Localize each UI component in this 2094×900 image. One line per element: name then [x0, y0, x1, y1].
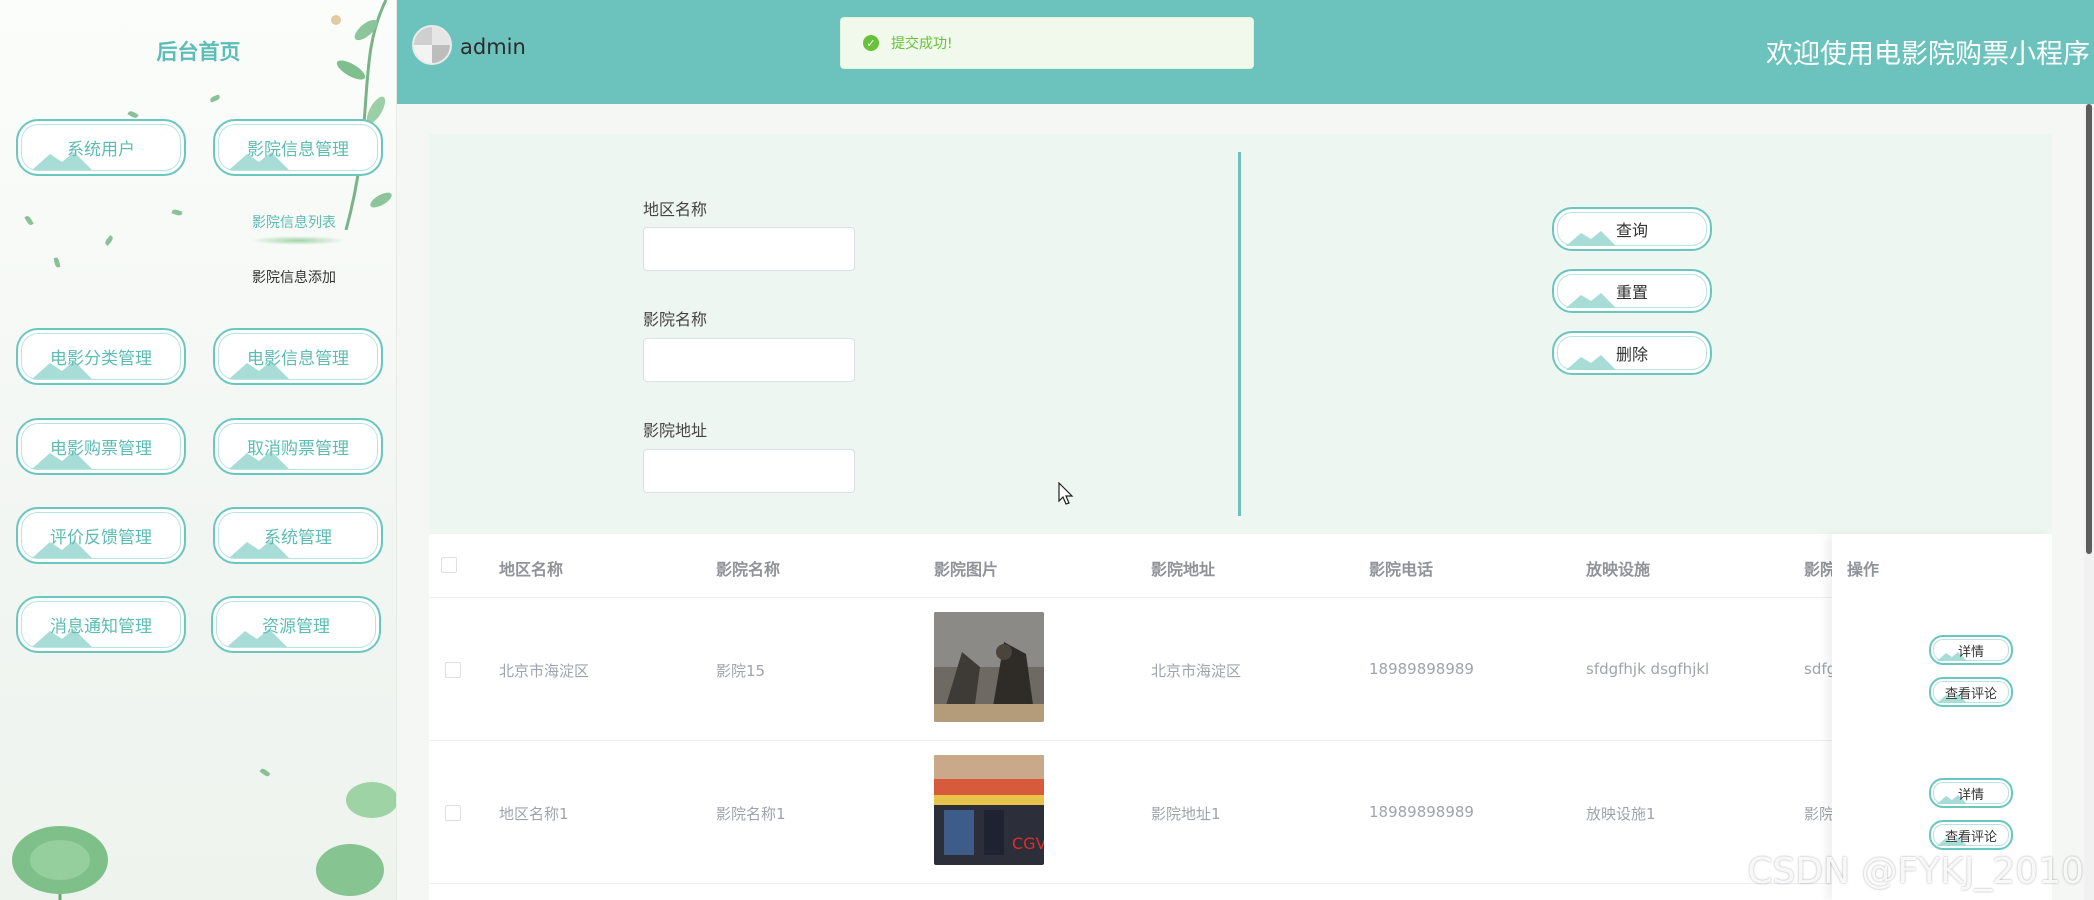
menu-label: 影院信息管理 — [247, 140, 349, 160]
view-comments-button[interactable]: 查看评论 — [1929, 820, 2013, 850]
cinema-name-label: 影院名称 — [643, 310, 708, 329]
toast-message: 提交成功! — [891, 36, 953, 52]
cell-facility: sfdgfhjk dsgfhjkl — [1586, 660, 1710, 678]
menu-label: 评价反馈管理 — [50, 528, 152, 548]
sidebar: 后台首页 系统用户 影院信息管理 影院信息列表 影院信息添加 电影分类管理 电影… — [0, 0, 397, 900]
row-checkbox[interactable] — [445, 662, 461, 678]
leaf-decoration — [127, 109, 139, 120]
menu-cinema-info[interactable]: 影院信息管理 — [213, 119, 383, 176]
th-region: 地区名称 — [499, 560, 564, 579]
submenu-cinema-list[interactable]: 影院信息列表 — [252, 212, 336, 232]
menu-label: 取消购票管理 — [247, 439, 349, 459]
cell-cinema-name: 影院名称1 — [716, 805, 786, 823]
welcome-text: 欢迎使用电影院购票小程序 — [1766, 39, 2090, 70]
cinema-address-label: 影院地址 — [643, 421, 708, 440]
leaf-decoration — [24, 214, 34, 227]
th-facility: 放映设施 — [1586, 560, 1651, 579]
query-label: 查询 — [1615, 221, 1648, 240]
leaf-decoration — [103, 235, 115, 246]
sidebar-title[interactable]: 后台首页 — [0, 36, 396, 66]
reset-button[interactable]: 重置 — [1552, 269, 1712, 313]
menu-label: 系统用户 — [67, 140, 135, 160]
leaf-decoration — [53, 257, 61, 268]
lotus-decoration — [12, 782, 396, 900]
vine-decoration — [331, 0, 392, 230]
panel-divider — [1238, 152, 1241, 516]
cell-cinema-address: 北京市海淀区 — [1151, 662, 1242, 680]
menu-resources[interactable]: 资源管理 — [211, 596, 381, 653]
menu-movie-category[interactable]: 电影分类管理 — [16, 328, 186, 385]
scrollbar-thumb[interactable] — [2086, 104, 2092, 554]
menu-system-users[interactable]: 系统用户 — [16, 119, 186, 176]
menu-label: 系统管理 — [264, 528, 332, 548]
th-cinema-name: 影院名称 — [716, 560, 781, 579]
menu-label: 电影分类管理 — [50, 349, 152, 369]
menu-notifications[interactable]: 消息通知管理 — [16, 596, 186, 653]
delete-button[interactable]: 删除 — [1552, 331, 1712, 375]
cell-truncated: 影院 — [1804, 805, 1835, 823]
check-circle-icon: ✓ — [863, 35, 879, 51]
cell-phone: 18989898989 — [1369, 803, 1474, 821]
submenu-cinema-add[interactable]: 影院信息添加 — [252, 267, 336, 287]
detail-button[interactable]: 详情 — [1929, 635, 2013, 665]
username[interactable]: admin — [460, 35, 526, 59]
hill-decoration — [1566, 355, 1616, 370]
cell-phone: 18989898989 — [1369, 660, 1474, 678]
hill-decoration — [1566, 293, 1616, 308]
cell-facility: 放映设施1 — [1586, 805, 1656, 823]
th-cinema-address: 影院地址 — [1151, 560, 1216, 579]
th-cinema-image: 影院图片 — [934, 560, 999, 579]
mouse-cursor-icon — [1058, 482, 1074, 505]
region-label: 地区名称 — [643, 200, 708, 219]
region-input[interactable] — [643, 227, 855, 271]
cinema-storefront-image: CGV — [934, 755, 1044, 865]
monster-poster-image — [934, 612, 1044, 722]
menu-feedback[interactable]: 评价反馈管理 — [16, 507, 186, 564]
comments-label: 查看评论 — [1944, 829, 1997, 845]
menu-label: 资源管理 — [262, 617, 330, 637]
watermark: CSDN @FYKJ_2010 — [1747, 851, 2084, 892]
menu-label: 消息通知管理 — [50, 617, 152, 637]
cell-region: 北京市海淀区 — [499, 662, 590, 680]
query-button[interactable]: 查询 — [1552, 207, 1712, 251]
detail-button[interactable]: 详情 — [1929, 778, 2013, 808]
menu-cancel-ticket[interactable]: 取消购票管理 — [213, 418, 383, 475]
comments-label: 查看评论 — [1944, 686, 1997, 702]
th-operations: 操作 — [1847, 560, 1880, 579]
cinema-address-input[interactable] — [643, 449, 855, 493]
delete-label: 删除 — [1615, 345, 1648, 364]
menu-system-manage[interactable]: 系统管理 — [213, 507, 383, 564]
success-toast: ✓ 提交成功! — [840, 17, 1254, 69]
hill-decoration — [1566, 231, 1616, 246]
detail-label: 详情 — [1957, 787, 1984, 803]
table-row: 北京市海淀区 影院15 北京市海淀区 18989898989 sfdgfhjk … — [429, 598, 2052, 741]
cell-cinema-address: 影院地址1 — [1151, 805, 1221, 823]
reset-label: 重置 — [1615, 283, 1648, 302]
cell-region: 地区名称1 — [499, 805, 569, 823]
active-indicator — [250, 236, 346, 245]
menu-label: 电影信息管理 — [247, 349, 349, 369]
detail-label: 详情 — [1957, 644, 1984, 660]
leaf-decoration — [209, 94, 221, 103]
svg-text:CGV: CGV — [1012, 834, 1044, 853]
avatar[interactable] — [412, 25, 452, 65]
cell-cinema-name: 影院15 — [716, 662, 766, 680]
leaf-decoration — [171, 208, 183, 217]
operations-column: 操作 详情 查看评论 详情 查看评论 — [1832, 534, 2052, 900]
th-cinema-phone: 影院电话 — [1369, 560, 1434, 579]
view-comments-button[interactable]: 查看评论 — [1929, 677, 2013, 707]
cinema-name-input[interactable] — [643, 338, 855, 382]
cinema-table: 地区名称 影院名称 影院图片 影院地址 影院电话 放映设施 影院 北京市海淀区 … — [429, 534, 2052, 900]
menu-label: 电影购票管理 — [50, 439, 152, 459]
row-checkbox[interactable] — [445, 805, 461, 821]
menu-movie-info[interactable]: 电影信息管理 — [213, 328, 383, 385]
table-header: 地区名称 影院名称 影院图片 影院地址 影院电话 放映设施 影院 — [429, 534, 2052, 598]
menu-ticket-purchase[interactable]: 电影购票管理 — [16, 418, 186, 475]
select-all-checkbox[interactable] — [441, 557, 457, 573]
